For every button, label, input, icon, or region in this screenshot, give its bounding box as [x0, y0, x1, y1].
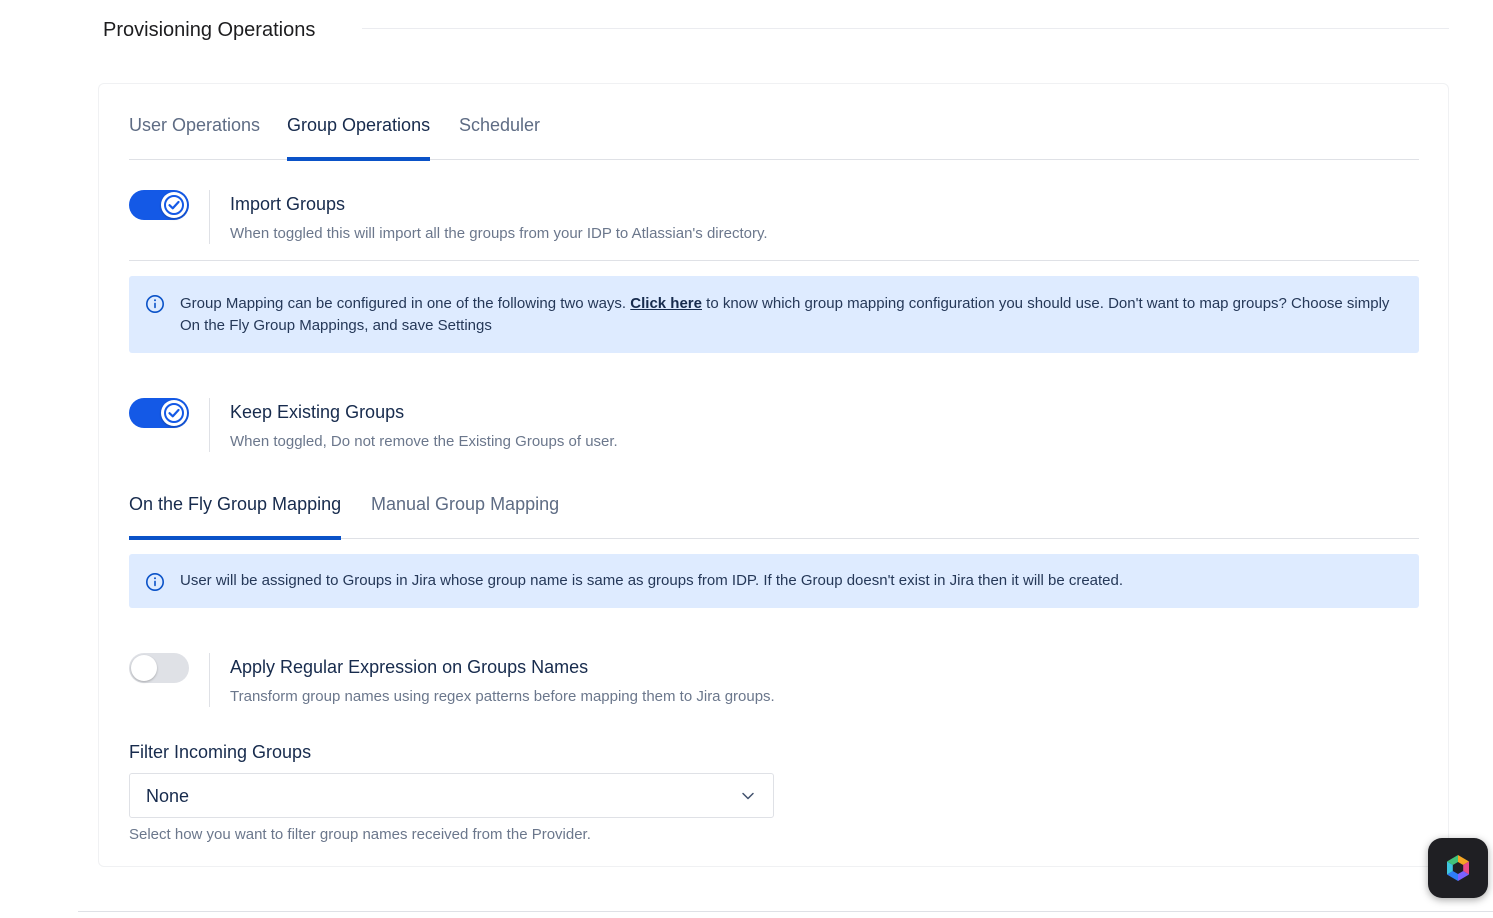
keep-existing-groups-row: Keep Existing Groups When toggled, Do no… [129, 398, 1419, 454]
tab-scheduler[interactable]: Scheduler [459, 108, 540, 160]
filter-incoming-groups-help: Select how you want to filter group name… [129, 826, 591, 843]
group-mapping-info-banner: Group Mapping can be configured in one o… [129, 276, 1419, 353]
info-icon [146, 573, 164, 591]
keep-existing-groups-toggle[interactable] [129, 398, 189, 428]
import-groups-toggle[interactable] [129, 190, 189, 220]
vertical-divider [209, 190, 210, 244]
regex-groups-row: Apply Regular Expression on Groups Names… [129, 653, 1419, 709]
import-groups-description: When toggled this will import all the gr… [230, 225, 768, 242]
vertical-divider [209, 398, 210, 452]
group-mapping-info-text: Group Mapping can be configured in one o… [180, 293, 1401, 337]
assistant-logo-icon [1447, 855, 1469, 881]
divider [129, 260, 1419, 261]
info-icon [146, 295, 164, 313]
page-title: Provisioning Operations [103, 19, 316, 41]
tab-group-operations[interactable]: Group Operations [287, 108, 431, 161]
tab-on-the-fly-group-mapping[interactable]: On the Fly Group Mapping [129, 486, 342, 540]
import-groups-row: Import Groups When toggled this will imp… [129, 190, 1419, 246]
checkmark-icon [164, 195, 184, 215]
assistant-widget-button[interactable] [1428, 838, 1488, 898]
operations-tabs: User Operations Group Operations Schedul… [129, 108, 1419, 161]
info-text-start: Group Mapping can be configured in one o… [180, 295, 631, 312]
tab-manual-group-mapping[interactable]: Manual Group Mapping [371, 486, 559, 539]
keep-existing-groups-description: When toggled, Do not remove the Existing… [230, 433, 618, 450]
toggle-knob [161, 192, 187, 218]
vertical-divider [209, 653, 210, 707]
section-header: Provisioning Operations [103, 16, 1449, 44]
on-the-fly-info-banner: User will be assigned to Groups in Jira … [129, 554, 1419, 608]
import-groups-title: Import Groups [230, 194, 346, 214]
checkmark-icon [164, 403, 184, 423]
group-mapping-tabs: On the Fly Group Mapping Manual Group Ma… [129, 486, 1419, 540]
regex-groups-title: Apply Regular Expression on Groups Names [230, 657, 589, 677]
footer-divider [78, 911, 1493, 912]
select-value: None [146, 786, 190, 806]
filter-incoming-groups-select[interactable]: None [129, 773, 774, 818]
chevron-down-icon [742, 792, 754, 800]
toggle-knob [161, 400, 187, 426]
keep-existing-groups-title: Keep Existing Groups [230, 402, 405, 422]
regex-groups-toggle[interactable] [129, 653, 189, 683]
tab-user-operations[interactable]: User Operations [129, 108, 260, 160]
toggle-knob [131, 655, 157, 681]
filter-incoming-groups-label: Filter Incoming Groups [129, 742, 312, 762]
on-the-fly-info-text: User will be assigned to Groups in Jira … [180, 572, 1124, 589]
regex-groups-description: Transform group names using regex patter… [230, 688, 775, 705]
section-divider [362, 28, 1449, 29]
click-here-link[interactable]: Click here [630, 295, 702, 312]
